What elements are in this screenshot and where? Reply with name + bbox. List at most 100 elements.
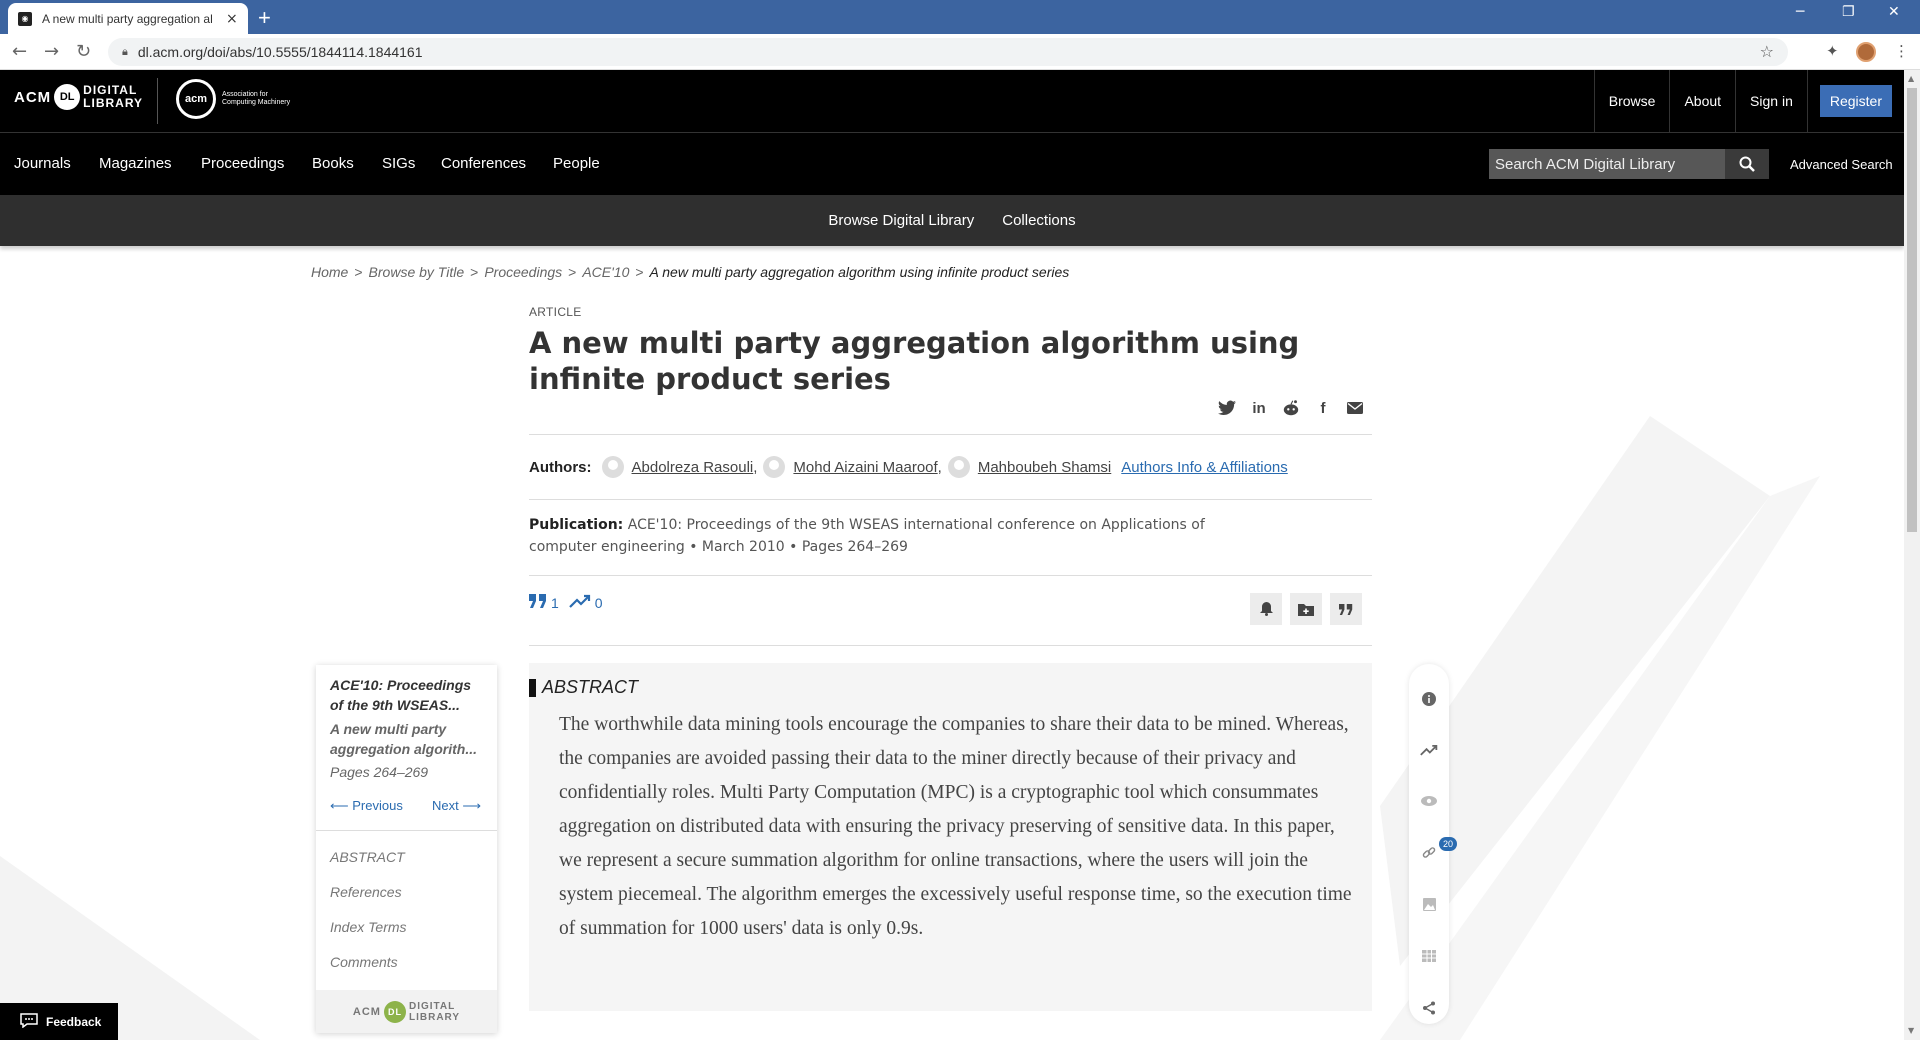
breadcrumb-browse-by-title[interactable]: Browse by Title (369, 264, 465, 280)
references-count-badge: 20 (1439, 837, 1457, 851)
chat-bubble-icon (20, 1012, 38, 1031)
citations-count[interactable]: 1 (551, 595, 559, 611)
author-name[interactable]: Abdolreza Rasouli (632, 459, 754, 476)
nav-conferences[interactable]: Conferences (441, 155, 526, 172)
forward-icon[interactable]: → (44, 41, 59, 62)
tab-title: A new multi party aggregation al (42, 11, 213, 26)
breadcrumb-ace10[interactable]: ACE'10 (582, 264, 629, 280)
back-icon[interactable]: ← (12, 41, 27, 62)
image-icon[interactable] (1419, 894, 1439, 914)
divider (529, 645, 1372, 646)
downloads-count[interactable]: 0 (595, 595, 603, 611)
browse-digital-library-link[interactable]: Browse Digital Library (828, 212, 974, 229)
breadcrumb-current: A new multi party aggregation algorithm … (649, 264, 1070, 280)
toc-pages: Pages 264–269 (330, 764, 429, 780)
advanced-search-link[interactable]: Advanced Search (1790, 157, 1893, 172)
abstract-section: ABSTRACT The worthwhile data mining tool… (529, 663, 1372, 1011)
reload-icon[interactable]: ↻ (76, 41, 91, 62)
feedback-label: Feedback (46, 1014, 102, 1029)
search-icon[interactable] (1725, 149, 1769, 179)
avatar (947, 456, 970, 478)
trending-icon[interactable] (1419, 740, 1439, 760)
share-icon[interactable] (1419, 998, 1439, 1018)
divider (529, 575, 1372, 576)
quote-icon[interactable] (1330, 593, 1362, 625)
table-icon[interactable] (1419, 946, 1439, 966)
acm-association-logo[interactable]: acm Association for Computing Machinery (176, 79, 290, 119)
toc-item-references[interactable]: References (330, 884, 402, 900)
about-link[interactable]: About (1669, 70, 1735, 132)
nav-people[interactable]: People (553, 155, 600, 172)
toc-logo-digital-library: DIGITAL LIBRARY (409, 1001, 460, 1023)
toc-item-comments[interactable]: Comments (330, 954, 398, 970)
folder-add-icon[interactable] (1290, 593, 1322, 625)
restore-icon[interactable]: ❐ (1842, 4, 1855, 20)
sign-in-link[interactable]: Sign in (1735, 70, 1807, 132)
scrollbar-thumb[interactable] (1907, 88, 1917, 532)
divider (529, 499, 1372, 500)
scroll-down-icon[interactable]: ▼ (1908, 1026, 1914, 1035)
next-article-link[interactable]: Next ⟶ (432, 798, 481, 814)
search-input[interactable] (1495, 155, 1725, 173)
previous-article-link[interactable]: ⟵ Previous (330, 798, 403, 814)
collections-link[interactable]: Collections (1002, 212, 1075, 229)
citations-icon (529, 594, 547, 611)
scroll-up-icon[interactable]: ▲ (1908, 74, 1914, 83)
breadcrumb-sep: > (568, 264, 577, 280)
facebook-icon[interactable]: f (1314, 399, 1332, 417)
logo-library-text: LIBRARY (83, 96, 144, 110)
bookmark-star-icon[interactable]: ☆ (1760, 42, 1774, 61)
extensions-icon[interactable]: ✦ (1826, 42, 1839, 60)
toc-proceedings-title[interactable]: ACE'10: Proceedings of the 9th WSEAS... (330, 675, 485, 715)
page-scrollbar[interactable]: ▲ ▼ (1904, 70, 1920, 1040)
nav-journals[interactable]: Journals (14, 155, 71, 172)
url-text: dl.acm.org/doi/abs/10.5555/1844114.18441… (137, 44, 423, 60)
linkedin-icon[interactable]: in (1250, 399, 1268, 417)
bell-icon[interactable] (1250, 593, 1282, 625)
toc-logo-dl: DL (383, 1000, 406, 1023)
new-tab-button[interactable]: + (258, 5, 271, 31)
info-icon[interactable] (1419, 689, 1439, 709)
minimize-icon[interactable]: ─ (1796, 4, 1804, 20)
breadcrumb-sep: > (354, 264, 363, 280)
authors-info-affiliations-link[interactable]: Authors Info & Affiliations (1121, 459, 1288, 476)
close-window-icon[interactable]: ✕ (1888, 4, 1900, 20)
tab-close-icon[interactable]: × (226, 11, 238, 27)
author-name[interactable]: Mahboubeh Shamsi (978, 459, 1111, 476)
toc-article-title: A new multi party aggregation algorith..… (330, 721, 478, 757)
nav-sigs[interactable]: SIGs (382, 155, 415, 172)
breadcrumb: Home > Browse by Title > Proceedings > ACE'10 >… (311, 264, 1069, 280)
register-button[interactable]: Register (1819, 85, 1892, 117)
nav-proceedings[interactable]: Proceedings (201, 155, 284, 172)
logo-digital-library: DIGITAL LIBRARY (83, 84, 143, 110)
chrome-menu-icon[interactable]: ⋮ (1894, 42, 1909, 60)
divider (529, 434, 1372, 435)
nav-books[interactable]: Books (312, 155, 354, 172)
tools-rail: 20 (1409, 664, 1457, 1024)
link-icon[interactable]: 20 (1419, 837, 1457, 863)
reddit-icon[interactable] (1282, 399, 1300, 417)
breadcrumb-home[interactable]: Home (311, 264, 348, 280)
eye-icon[interactable] (1419, 791, 1439, 811)
twitter-icon[interactable] (1218, 399, 1236, 417)
author[interactable]: Mohd Aizaini Maaroof, (763, 456, 942, 478)
publication-info: Publication: ACE'10: Proceedings of the … (529, 514, 1269, 558)
browse-link[interactable]: Browse (1593, 70, 1670, 132)
author-name[interactable]: Mohd Aizaini Maaroof (793, 459, 937, 476)
breadcrumb-proceedings[interactable]: Proceedings (484, 264, 562, 280)
nav-magazines[interactable]: Magazines (99, 155, 172, 172)
avatar (763, 456, 786, 478)
acm-header: ACM DL DIGITAL LIBRARY acm Association f… (0, 70, 1904, 133)
email-icon[interactable] (1346, 399, 1364, 417)
toc-item-abstract[interactable]: ABSTRACT (330, 849, 405, 865)
author[interactable]: Abdolreza Rasouli, (601, 456, 757, 478)
bullet: • (689, 539, 702, 555)
acm-dl-logo[interactable]: ACM DL DIGITAL LIBRARY (14, 84, 143, 110)
feedback-button[interactable]: Feedback (0, 1003, 118, 1040)
browser-tab[interactable]: ◉ A new multi party aggregation al × (8, 3, 248, 34)
avatar (601, 456, 624, 478)
toc-item-index-terms[interactable]: Index Terms (330, 919, 407, 935)
profile-avatar[interactable] (1856, 42, 1876, 62)
author[interactable]: Mahboubeh Shamsi (947, 456, 1111, 478)
address-bar[interactable]: 🔒︎ dl.acm.org/doi/abs/10.5555/1844114.18… (108, 38, 1788, 66)
